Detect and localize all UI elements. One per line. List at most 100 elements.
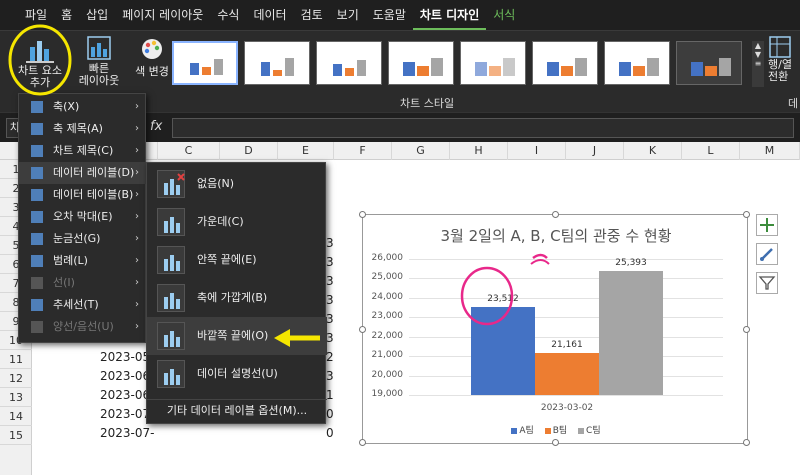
column-header[interactable]: F (334, 142, 392, 160)
data-label-center[interactable]: 가운데(C) (147, 203, 327, 241)
chart-style-thumb[interactable] (172, 41, 238, 85)
chart-resize-handle[interactable] (743, 211, 750, 218)
chart-bar[interactable] (471, 307, 535, 395)
data-label[interactable]: 25,393 (601, 258, 661, 268)
chart-styles-button[interactable] (756, 243, 778, 265)
column-header[interactable]: M (740, 142, 800, 160)
chart-style-thumb[interactable] (316, 41, 382, 85)
menu-item-axes[interactable]: 축(X) › (19, 96, 147, 118)
grid-cell[interactable]: 0 (326, 426, 334, 440)
data-label-callout[interactable]: 데이터 설명선(U) (147, 355, 327, 393)
row-header[interactable]: 12 (0, 369, 32, 388)
grid-cell[interactable]: 1 (326, 388, 334, 402)
ribbon-tab-bar: 파일 홈 삽입 페이지 레이아웃 수식 데이터 검토 보기 도움말 차트 디자인… (0, 0, 800, 30)
column-header[interactable]: C (158, 142, 220, 160)
chart-style-thumb[interactable] (676, 41, 742, 85)
formula-input[interactable] (172, 118, 794, 138)
tab-page-layout[interactable]: 페이지 레이아웃 (115, 0, 210, 30)
chart-style-thumb[interactable] (244, 41, 310, 85)
data-label[interactable]: 23,512 (473, 294, 533, 304)
column-header[interactable]: H (450, 142, 508, 160)
column-header[interactable]: J (566, 142, 624, 160)
data-label-outside-end[interactable]: 바깥쪽 끝에(O) (147, 317, 327, 355)
chart-resize-handle[interactable] (743, 439, 750, 446)
menu-item-gridlines[interactable]: 눈금선(G) › (19, 228, 147, 250)
data-label-none[interactable]: 없음(N) (147, 165, 327, 203)
tab-data[interactable]: 데이터 (246, 0, 293, 30)
menu-item-trendline[interactable]: 추세선(T) › (19, 294, 147, 316)
grid-cell[interactable]: 3 (326, 255, 334, 269)
chart-style-thumb[interactable] (532, 41, 598, 85)
row-header[interactable]: 14 (0, 407, 32, 426)
grid-cell[interactable]: 3 (326, 236, 334, 250)
tab-view[interactable]: 보기 (330, 0, 366, 30)
chart-object[interactable]: 3월 2일의 A, B, C팀의 관중 수 현황 2023-03-02 A팀 B… (359, 211, 750, 446)
menu-item-legend[interactable]: 범례(L) › (19, 250, 147, 272)
chart-style-thumb[interactable] (388, 41, 454, 85)
gridline (409, 317, 723, 319)
chart-legend[interactable]: A팀 B팀 C팀 (363, 423, 749, 436)
chart-filters-button[interactable] (756, 272, 778, 294)
error-bars-icon (31, 211, 43, 223)
grid-cell[interactable]: 3 (326, 312, 334, 326)
data-label[interactable]: 21,161 (537, 340, 597, 350)
column-header[interactable]: K (624, 142, 682, 160)
y-axis-tick-label: 19,000 (371, 389, 404, 399)
grid-cell[interactable]: 3 (326, 274, 334, 288)
chart-style-thumb[interactable] (460, 41, 526, 85)
menu-item-data-labels[interactable]: 데이터 레이블(D) › (19, 162, 147, 184)
chart-style-thumb[interactable] (604, 41, 670, 85)
row-header[interactable]: 15 (0, 426, 32, 445)
grid-cell[interactable]: 2023-06 (100, 388, 150, 402)
menu-item-chart-title[interactable]: 차트 제목(C) › (19, 140, 147, 162)
grid-cell[interactable]: 2023-05 (100, 350, 150, 364)
chart-resize-handle[interactable] (552, 439, 559, 446)
chart-resize-handle[interactable] (743, 326, 750, 333)
menu-item-axis-titles[interactable]: 축 제목(A) › (19, 118, 147, 140)
tab-insert[interactable]: 삽입 (79, 0, 115, 30)
chart-title[interactable]: 3월 2일의 A, B, C팀의 관중 수 현황 (363, 225, 749, 246)
column-header[interactable]: D (220, 142, 278, 160)
column-header[interactable]: E (278, 142, 334, 160)
quick-layout-button[interactable]: 빠른 레이아웃 (76, 35, 122, 93)
column-header[interactable]: G (392, 142, 450, 160)
chart-elements-button[interactable] (756, 214, 778, 236)
grid-cell[interactable]: 0 (326, 407, 334, 421)
tab-chart-design[interactable]: 차트 디자인 (412, 0, 487, 30)
chart-bar[interactable] (535, 353, 599, 395)
grid-cell[interactable]: 2023-06 (100, 369, 150, 383)
grid-cell[interactable]: 2 (326, 350, 334, 364)
tab-home[interactable]: 홈 (54, 0, 79, 30)
row-header[interactable]: 11 (0, 350, 32, 369)
column-header[interactable]: I (508, 142, 566, 160)
tab-format[interactable]: 서식 (486, 0, 522, 30)
grid-cell[interactable]: 3 (326, 369, 334, 383)
switch-row-column-button[interactable]: 행/열 전환 (768, 35, 800, 83)
chart-resize-handle[interactable] (359, 211, 366, 218)
grid-cell[interactable]: 2023-07 (100, 407, 150, 421)
gallery-scroll-buttons[interactable]: ▲ ▼ ≡ (752, 41, 764, 87)
legend-swatch (511, 427, 518, 434)
label-callout-icon (157, 360, 185, 388)
grid-cell[interactable]: 3 (326, 293, 334, 307)
chart-resize-handle[interactable] (359, 439, 366, 446)
data-label-inside-end[interactable]: 안쪽 끝에(E) (147, 241, 327, 279)
tab-review[interactable]: 검토 (294, 0, 330, 30)
change-colors-button[interactable]: 색 변경 (132, 37, 172, 95)
grid-cell[interactable]: 2023-07- (100, 426, 154, 440)
chart-resize-handle[interactable] (552, 211, 559, 218)
data-label-inside-base[interactable]: 축에 가깝게(B) (147, 279, 327, 317)
insert-function-button[interactable]: fx (150, 119, 162, 134)
tab-file[interactable]: 파일 (18, 0, 54, 30)
menu-item-data-table[interactable]: 데이터 테이블(B) › (19, 184, 147, 206)
y-axis-tick-label: 22,000 (371, 330, 404, 341)
menu-item-error-bars[interactable]: 오차 막대(E) › (19, 206, 147, 228)
more-data-label-options[interactable]: 기타 데이터 레이블 옵션(M)... (147, 399, 327, 421)
chart-bar[interactable] (599, 270, 663, 395)
tab-help[interactable]: 도움말 (366, 0, 413, 30)
add-chart-element-button[interactable]: 차트 요소 추가 (14, 35, 66, 93)
tab-formulas[interactable]: 수식 (210, 0, 246, 30)
column-header[interactable]: L (682, 142, 740, 160)
grid-cell[interactable]: 3 (326, 331, 334, 345)
row-header[interactable]: 13 (0, 388, 32, 407)
